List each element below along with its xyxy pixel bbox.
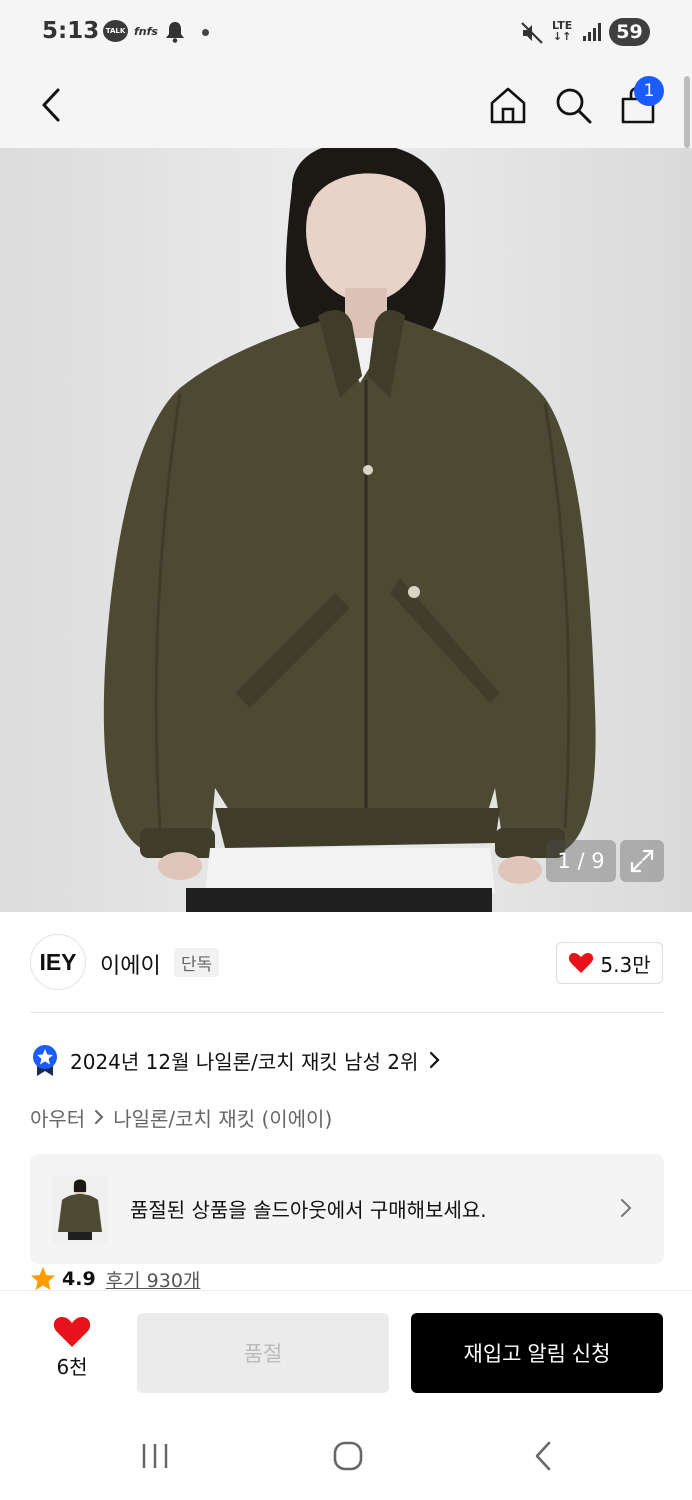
banner-text: 품절된 상품을 솔드아웃에서 구매해보세요. [130, 1198, 487, 1222]
kakaotalk-icon: TALK [103, 20, 128, 42]
heart-icon [53, 1317, 91, 1347]
image-counter: 1 / 9 [546, 840, 616, 882]
chevron-right-icon [430, 1051, 440, 1069]
breadcrumb-category[interactable]: 아우터 [30, 1103, 85, 1132]
system-back-button[interactable] [518, 1434, 568, 1478]
restock-alert-button[interactable]: 재입고 알림 신청 [411, 1313, 663, 1393]
review-row: 4.9 후기 930개 [30, 1266, 200, 1292]
app-notification-icon: fnfs [134, 25, 158, 38]
notification-dot-icon [202, 29, 209, 36]
scrollbar-thumb[interactable] [684, 76, 690, 148]
system-home-icon [333, 1441, 363, 1471]
section-divider [30, 1012, 664, 1013]
lte-label: LTE [552, 19, 573, 32]
battery-icon: 59 [609, 18, 650, 46]
signal-icon [582, 22, 602, 46]
jacket-thumbnail [52, 1176, 108, 1244]
search-icon [556, 88, 592, 124]
ranking-medal-icon [33, 1045, 57, 1076]
product-image-carousel[interactable] [0, 148, 692, 912]
bottom-action-bar: 6천 품절 재입고 알림 신청 [0, 1290, 692, 1414]
lte-icon: LTE ↓↑ [552, 19, 573, 43]
ranking-text: 2024년 12월 나일론/코치 재킷 남성 2위 [70, 1049, 419, 1074]
mute-icon [520, 21, 544, 49]
heart-icon [569, 953, 594, 973]
brand-like-button[interactable]: 5.3만 [556, 942, 663, 984]
search-button[interactable] [548, 80, 598, 130]
status-time: 5:13 [42, 18, 100, 44]
home-button[interactable] [483, 80, 533, 130]
recent-apps-icon [142, 1444, 168, 1468]
wishlist-button[interactable]: 6천 [36, 1315, 108, 1387]
exclusive-tag: 단독 [174, 948, 220, 977]
android-nav-bar [0, 1414, 692, 1500]
breadcrumb: 아우터 나일론/코치 재킷 (이에이) [30, 1102, 332, 1132]
wishlist-count: 6천 [56, 1355, 88, 1379]
recent-apps-button[interactable] [130, 1434, 180, 1478]
expand-icon [630, 849, 654, 873]
home-icon [490, 87, 526, 124]
breadcrumb-subcategory[interactable]: 나일론/코치 재킷 (이에이) [113, 1103, 332, 1132]
star-icon [31, 1267, 55, 1290]
brand-name[interactable]: 이에이 [100, 948, 161, 980]
brand-like-count: 5.3만 [600, 952, 651, 977]
brand-logo[interactable]: IEY [30, 934, 86, 990]
chevron-right-icon [95, 1110, 104, 1124]
top-nav-header: 1 [0, 66, 692, 148]
brand-row: IEY 이에이 단독 5.3만 [0, 930, 692, 996]
system-home-button[interactable] [323, 1434, 373, 1478]
ranking-link[interactable]: 2024년 12월 나일론/코치 재킷 남성 2위 [30, 1042, 442, 1078]
rating-value: 4.9 [62, 1268, 96, 1290]
soldout-banner[interactable]: 품절된 상품을 솔드아웃에서 구매해보세요. [30, 1154, 664, 1264]
status-bar: 5:13 TALK fnfs LTE ↓↑ 59 [0, 0, 692, 66]
banner-thumbnail [52, 1176, 108, 1244]
back-arrow-icon [42, 88, 60, 122]
review-count-link[interactable]: 후기 930개 [106, 1266, 201, 1293]
back-button[interactable] [26, 80, 76, 130]
system-back-icon [535, 1441, 551, 1471]
expand-image-button[interactable] [620, 840, 664, 882]
chevron-right-icon [621, 1199, 632, 1217]
cart-count-badge: 1 [634, 76, 664, 106]
soldout-button[interactable]: 품절 [137, 1313, 389, 1393]
bell-icon [165, 21, 185, 47]
product-photo [0, 148, 692, 912]
